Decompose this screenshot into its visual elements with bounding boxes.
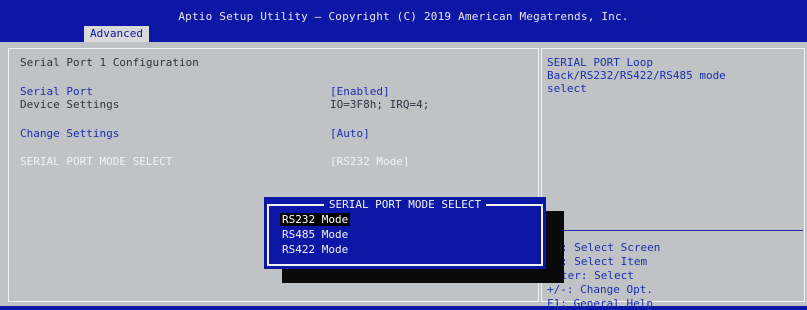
key-help-select-item: : Select Item xyxy=(561,255,648,268)
window-title: Aptio Setup Utility – Copyright (C) 2019… xyxy=(178,10,629,23)
tab-advanced[interactable]: Advanced xyxy=(84,26,149,42)
page-heading: Serial Port 1 Configuration xyxy=(20,56,199,69)
serial-port-label[interactable]: Serial Port xyxy=(20,85,93,98)
device-settings-value: IO=3F8h; IRQ=4; xyxy=(330,98,430,111)
help-divider xyxy=(543,230,803,231)
change-settings-label[interactable]: Change Settings xyxy=(20,127,119,140)
serial-port-value[interactable]: [Enabled] xyxy=(330,85,390,98)
key-help-select-screen: : Select Screen xyxy=(561,241,661,254)
title-bar: Aptio Setup Utility – Copyright (C) 2019… xyxy=(0,0,807,42)
change-settings-value[interactable]: [Auto] xyxy=(330,127,370,140)
option-rs422[interactable]: RS422 Mode xyxy=(280,243,350,256)
key-help-enter: ter: Select xyxy=(561,269,634,282)
key-help-change-opt: +/-: Change Opt. xyxy=(547,283,653,296)
popup-title-text: SERIAL PORT MODE SELECT xyxy=(323,198,487,211)
mode-select-value[interactable]: [RS232 Mode] xyxy=(330,155,409,168)
popup-title: SERIAL PORT MODE SELECT xyxy=(264,198,546,211)
key-help-general-help: F1: General Help xyxy=(547,297,653,310)
mode-select-popup: SERIAL PORT MODE SELECT RS232 Mode RS485… xyxy=(264,197,546,269)
mode-select-label[interactable]: SERIAL PORT MODE SELECT xyxy=(20,155,172,168)
option-rs232[interactable]: RS232 Mode xyxy=(280,213,351,226)
help-line-2: Back/RS232/RS422/RS485 mode xyxy=(547,69,726,82)
option-rs485[interactable]: RS485 Mode xyxy=(280,228,350,241)
help-line-3: select xyxy=(547,82,587,95)
help-line-1: SERIAL PORT Loop xyxy=(547,56,653,69)
device-settings-label: Device Settings xyxy=(20,98,120,111)
